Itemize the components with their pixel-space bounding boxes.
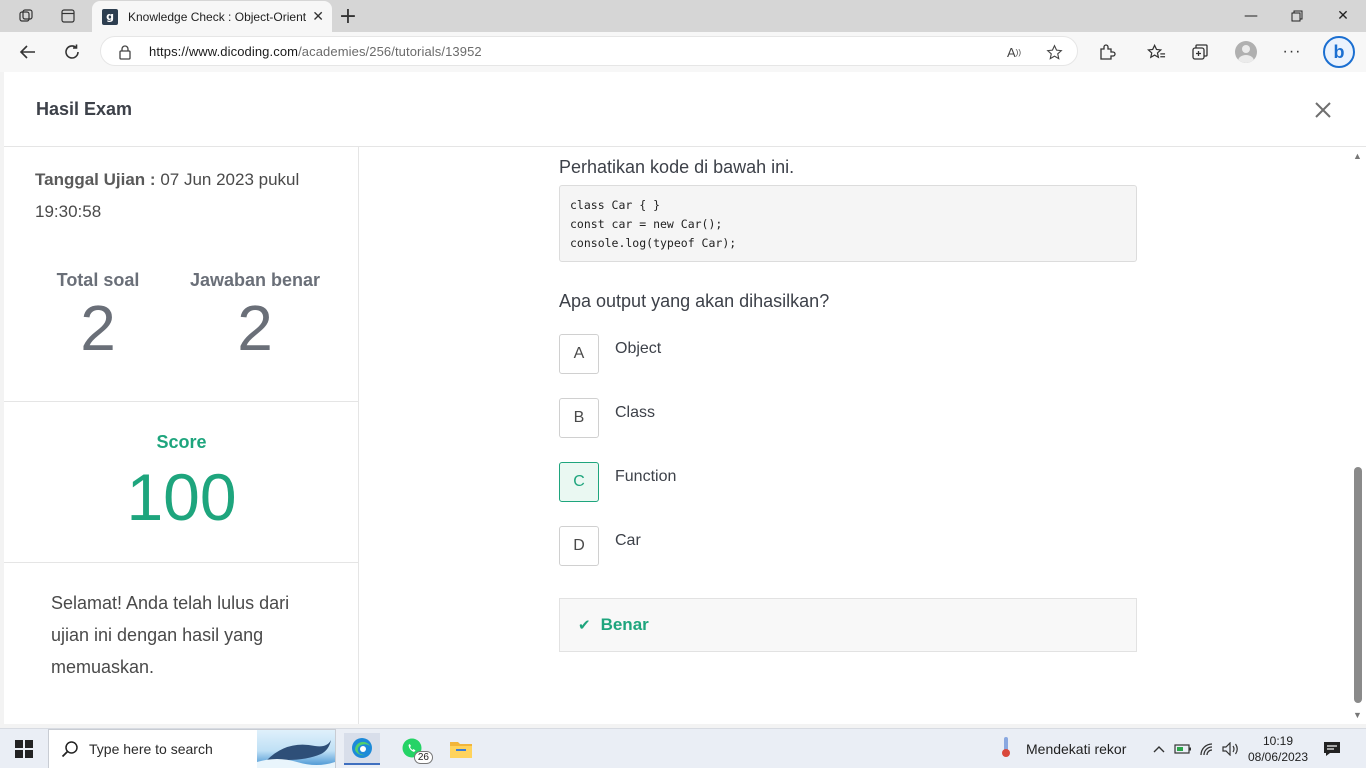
weather-thermometer-icon[interactable]	[996, 737, 1016, 757]
divider	[4, 562, 359, 563]
scroll-down-arrow-icon[interactable]: ▼	[1353, 710, 1362, 720]
collections-icon[interactable]	[1188, 40, 1212, 64]
scroll-up-arrow-icon[interactable]: ▲	[1353, 151, 1362, 161]
dicoding-favicon-icon: g	[102, 8, 118, 25]
url-domain: https://www.dicoding.com	[149, 43, 299, 59]
search-placeholder: Type here to search	[89, 741, 213, 757]
favorite-star-icon[interactable]	[1044, 42, 1064, 62]
code-line: class Car { }	[570, 198, 661, 212]
exam-date: Tanggal Ujian : 07 Jun 2023 pukul 19:30:…	[35, 164, 335, 228]
tab-close-icon[interactable]: ✕	[312, 8, 324, 25]
refresh-button[interactable]	[57, 38, 87, 66]
read-aloud-icon[interactable]: A))	[1004, 42, 1024, 62]
wifi-icon[interactable]	[1198, 739, 1218, 759]
system-clock[interactable]: 10:19 08/06/2023	[1244, 733, 1312, 765]
clock-time: 10:19	[1262, 734, 1294, 748]
total-questions-label: Total soal	[56, 270, 140, 290]
code-line: const car = new Car();	[570, 217, 723, 231]
new-tab-button[interactable]: +	[336, 4, 360, 29]
option-text: Class	[615, 404, 656, 421]
weather-status[interactable]: Mendekati rekor	[1026, 741, 1126, 757]
option-letter[interactable]: A	[559, 334, 599, 374]
close-window-button[interactable]: ✕	[1320, 0, 1366, 32]
notifications-icon[interactable]	[1322, 739, 1342, 759]
back-button[interactable]	[13, 38, 43, 66]
correct-answers-value: 2	[237, 292, 273, 364]
restore-button[interactable]	[1274, 0, 1320, 32]
option-text: Car	[615, 532, 641, 549]
total-questions-stat: Total soal 2	[13, 270, 183, 361]
tab-actions-icon[interactable]	[54, 4, 82, 28]
extensions-icon[interactable]	[1095, 40, 1119, 64]
pass-message: Selamat! Anda telah lulus dari ujian ini…	[51, 593, 290, 677]
close-modal-icon[interactable]	[1310, 97, 1336, 123]
option-letter[interactable]: B	[559, 398, 599, 438]
edge-browser-taskbar-icon[interactable]	[344, 733, 380, 765]
search-icon	[61, 740, 79, 763]
score-label: Score	[156, 432, 207, 452]
volume-icon[interactable]	[1221, 739, 1241, 759]
exam-date-label: Tanggal Ujian :	[35, 170, 156, 189]
feedback-text: Benar	[600, 615, 649, 634]
tray-chevron-up-icon[interactable]	[1149, 739, 1169, 759]
url-text[interactable]: https://www.dicoding.com/academies/256/t…	[149, 44, 482, 59]
more-menu-icon[interactable]: ···	[1280, 40, 1304, 64]
workspaces-icon[interactable]	[12, 4, 40, 28]
question-intro: Perhatikan kode di bawah ini.	[559, 157, 795, 177]
windows-start-icon[interactable]	[0, 729, 48, 768]
windows-taskbar: Type here to search 26 Mendekati rekor 1…	[0, 728, 1366, 768]
favorites-icon[interactable]	[1144, 40, 1168, 64]
total-questions-value: 2	[80, 292, 116, 364]
vertical-scrollbar[interactable]: ▲ ▼	[1350, 147, 1366, 724]
exam-result-modal: Hasil Exam Tanggal Ujian : 07 Jun 2023 p…	[4, 72, 1366, 724]
battery-icon[interactable]	[1173, 739, 1193, 759]
clock-date: 08/06/2023	[1247, 750, 1309, 764]
divider	[4, 401, 359, 402]
browser-tab-strip: g Knowledge Check : Object-Orient ✕ + — …	[0, 0, 1366, 32]
minimize-button[interactable]: —	[1228, 0, 1274, 32]
answer-option-d[interactable]: D Car	[559, 526, 1059, 566]
scrollbar-thumb[interactable]	[1354, 467, 1362, 703]
bing-chat-icon[interactable]: b	[1323, 36, 1355, 68]
answer-option-c[interactable]: C Function	[559, 462, 1059, 502]
correct-answers-label: Jawaban benar	[189, 270, 321, 290]
option-text: Object	[615, 340, 662, 357]
taskbar-search-box[interactable]: Type here to search	[48, 729, 336, 768]
lock-icon[interactable]	[115, 42, 135, 62]
correct-answers-stat: Jawaban benar 2	[170, 270, 340, 361]
modal-header: Hasil Exam	[4, 72, 1366, 147]
tab-title: Knowledge Check : Object-Orient	[128, 9, 306, 24]
answer-feedback: ✔ Benar	[559, 598, 1137, 652]
tab-active[interactable]: g Knowledge Check : Object-Orient ✕	[92, 1, 332, 32]
code-line: console.log(typeof Car);	[570, 236, 737, 250]
option-letter-selected[interactable]: C	[559, 462, 599, 502]
address-bar[interactable]: https://www.dicoding.com/academies/256/t…	[100, 36, 1078, 66]
profile-avatar[interactable]	[1234, 40, 1258, 64]
answer-option-b[interactable]: B Class	[559, 398, 1059, 438]
code-block: class Car { } const car = new Car(); con…	[559, 185, 1137, 262]
question-review-panel[interactable]: Perhatikan kode di bawah ini. class Car …	[360, 147, 1346, 724]
option-text: Function	[615, 468, 677, 485]
question-prompt: Apa output yang akan dihasilkan?	[559, 291, 830, 311]
file-explorer-taskbar-icon[interactable]	[443, 733, 479, 765]
search-highlight-whale-image	[257, 730, 335, 768]
modal-title: Hasil Exam	[36, 99, 133, 119]
option-letter[interactable]: D	[559, 526, 599, 566]
check-icon: ✔	[578, 616, 591, 634]
answer-option-a[interactable]: A Object	[559, 334, 1059, 374]
whatsapp-taskbar-icon[interactable]: 26	[395, 733, 433, 765]
score-value: 100	[126, 460, 237, 534]
url-path: /academies/256/tutorials/13952	[298, 43, 482, 59]
whatsapp-unread-badge: 26	[413, 751, 433, 764]
browser-toolbar: https://www.dicoding.com/academies/256/t…	[0, 32, 1366, 72]
result-summary-panel: Tanggal Ujian : 07 Jun 2023 pukul 19:30:…	[4, 147, 359, 724]
